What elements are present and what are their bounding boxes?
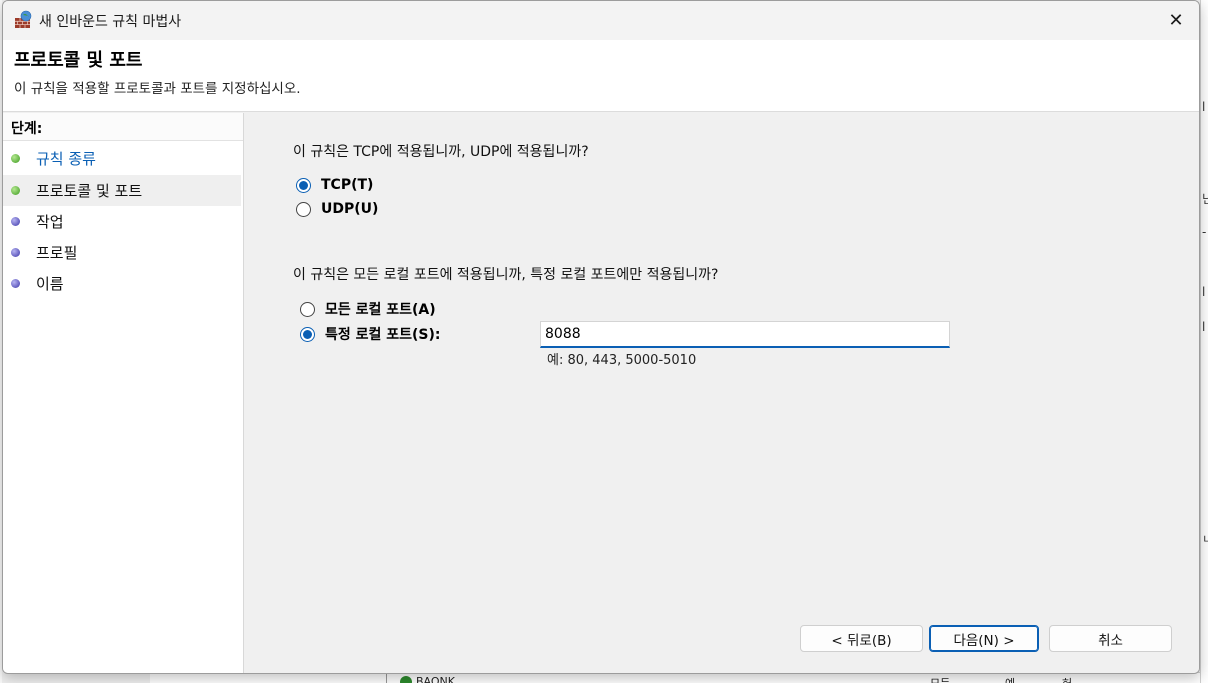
steps-panel: 단계: 규칙 종류 프로토콜 및 포트 작업 프로필 이름 (3, 113, 244, 673)
step-name: 이름 (3, 268, 241, 299)
steps-heading: 단계: (3, 113, 243, 141)
step-label: 프로토콜 및 포트 (36, 182, 143, 200)
radio-selected-icon (296, 177, 311, 193)
step-pending-icon (11, 217, 20, 226)
bg-glyph: ㄴ (1202, 532, 1208, 546)
all-local-ports-radio[interactable]: 모든 로컬 포트(A) (300, 299, 436, 319)
bg-glyph: l (1202, 320, 1206, 334)
bg-rule-action: 허 (1062, 675, 1072, 683)
bg-glyph: l (1202, 285, 1206, 299)
step-protocol-and-ports[interactable]: 프로토콜 및 포트 (3, 175, 241, 206)
step-label: 규칙 종류 (36, 150, 96, 168)
radio-label: TCP(T) (321, 177, 374, 193)
radio-label: 특정 로컬 포트(S): (325, 327, 441, 343)
ports-question: 이 규칙은 모든 로컬 포트에 적용됩니까, 특정 로컬 포트에만 적용됩니까? (293, 267, 719, 283)
radio-selected-icon (300, 326, 315, 342)
page-subtitle: 이 규칙을 적용할 프로토콜과 포트를 지정하십시오. (14, 81, 301, 97)
page-title: 프로토콜 및 포트 (14, 50, 143, 71)
step-pending-icon (11, 248, 20, 257)
step-label: 프로필 (36, 244, 78, 262)
bg-glyph: 닌 (1202, 192, 1208, 206)
next-button[interactable]: 다음(N) > (929, 625, 1039, 652)
title-bar[interactable]: 새 인바운드 규칙 마법사 ✕ (3, 1, 1199, 40)
step-rule-type[interactable]: 규칙 종류 (3, 143, 241, 174)
bg-rule-enabled: 예 (1005, 675, 1015, 683)
wizard-content: 이 규칙은 TCP에 적용됩니까, UDP에 적용됩니까? TCP(T) UDP… (245, 113, 1199, 673)
bg-rule-name: BAONK (416, 675, 455, 683)
step-label: 작업 (36, 213, 64, 231)
close-button[interactable]: ✕ (1153, 1, 1199, 40)
radio-unselected-icon (296, 201, 311, 217)
bg-rule-row[interactable]: BAONK (400, 675, 455, 683)
cancel-button[interactable]: 취소 (1049, 625, 1172, 652)
close-icon: ✕ (1168, 10, 1184, 31)
local-ports-input[interactable] (540, 321, 950, 348)
bg-rule-profile: 모든 (930, 675, 950, 683)
firewall-icon (15, 10, 32, 28)
dialog-title: 새 인바운드 규칙 마법사 (39, 14, 182, 30)
radio-label: 모든 로컬 포트(A) (325, 302, 436, 318)
enabled-check-icon (400, 676, 412, 683)
step-pending-icon (11, 279, 20, 288)
bg-glyph: - (1202, 225, 1207, 239)
step-profile: 프로필 (3, 237, 241, 268)
ports-example-hint: 예: 80, 443, 5000-5010 (547, 353, 697, 368)
specific-local-ports-radio[interactable]: 특정 로컬 포트(S): (300, 324, 441, 344)
step-label: 이름 (36, 275, 64, 293)
step-current-icon (11, 186, 20, 195)
radio-label: UDP(U) (321, 201, 379, 217)
step-action: 작업 (3, 206, 241, 237)
step-done-icon (11, 154, 20, 163)
tcp-radio[interactable]: TCP(T) (296, 177, 373, 193)
page-header: 프로토콜 및 포트 이 규칙을 적용할 프로토콜과 포트를 지정하십시오. (3, 40, 1199, 112)
udp-radio[interactable]: UDP(U) (296, 201, 378, 217)
radio-unselected-icon (300, 301, 315, 317)
protocol-question: 이 규칙은 TCP에 적용됩니까, UDP에 적용됩니까? (293, 144, 589, 160)
inbound-rule-wizard-dialog: 새 인바운드 규칙 마법사 ✕ 프로토콜 및 포트 이 규칙을 적용할 프로토콜… (2, 0, 1200, 674)
bg-glyph: l (1202, 100, 1206, 114)
bg-column-separator (386, 673, 387, 683)
back-button[interactable]: < 뒤로(B) (800, 625, 923, 652)
background-right-edge: l 닌 - l l ㄴ (1200, 0, 1208, 683)
